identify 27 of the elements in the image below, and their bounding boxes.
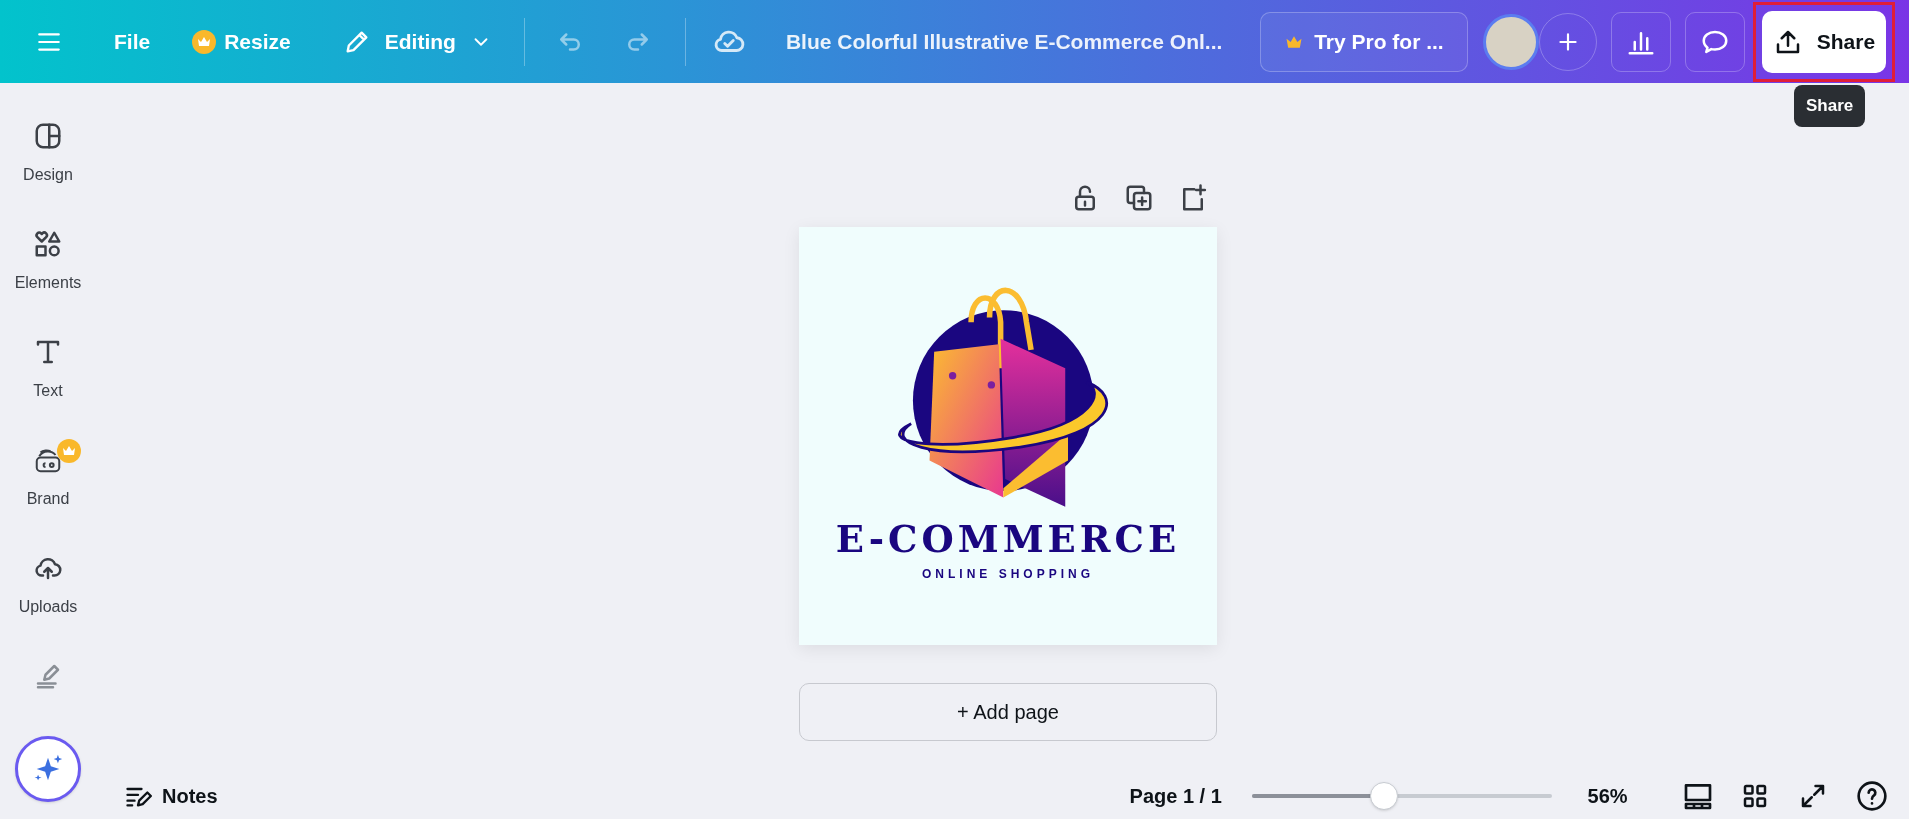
shapes-icon bbox=[33, 229, 63, 259]
help-icon[interactable] bbox=[1855, 780, 1888, 812]
design-title[interactable]: Blue Colorful Illustrative E-Commerce Onl... bbox=[785, 25, 1236, 58]
sidebar-item[interactable]: Brand bbox=[4, 439, 92, 547]
tooltip: Share bbox=[1794, 85, 1866, 127]
sidebar-item[interactable]: Elements bbox=[4, 223, 92, 331]
zoom-slider[interactable] bbox=[1251, 782, 1552, 810]
zoom-level[interactable]: 56% bbox=[1587, 781, 1648, 811]
add-page-button[interactable]: + Add page bbox=[799, 683, 1217, 741]
crown-icon bbox=[57, 439, 81, 463]
headline: E-COMMERCE bbox=[835, 521, 1181, 558]
sidebar-item[interactable]: Text bbox=[4, 331, 92, 439]
sidebar-item[interactable]: Uploads bbox=[4, 547, 92, 655]
notes-button[interactable]: Notes bbox=[124, 781, 218, 811]
try-pro-button[interactable]: Try Pro for ... bbox=[1259, 11, 1468, 72]
tagline: ONLINE SHOPPING bbox=[922, 568, 1094, 580]
crown-icon bbox=[192, 29, 217, 54]
layout-icon bbox=[33, 121, 63, 151]
magic-assistant-button[interactable] bbox=[15, 736, 81, 802]
insights-button[interactable] bbox=[1610, 11, 1671, 72]
duplicate-icon[interactable] bbox=[1124, 183, 1154, 213]
sidebar-item[interactable]: Design bbox=[4, 115, 92, 223]
comment-button[interactable] bbox=[1684, 11, 1745, 72]
design-canvas[interactable]: E-COMMERCE ONLINE SHOPPING bbox=[799, 227, 1217, 645]
share-button[interactable]: Share bbox=[1761, 10, 1886, 73]
slider-thumb[interactable] bbox=[1369, 782, 1398, 810]
page-indicator[interactable]: Page 1 / 1 bbox=[1129, 781, 1230, 811]
